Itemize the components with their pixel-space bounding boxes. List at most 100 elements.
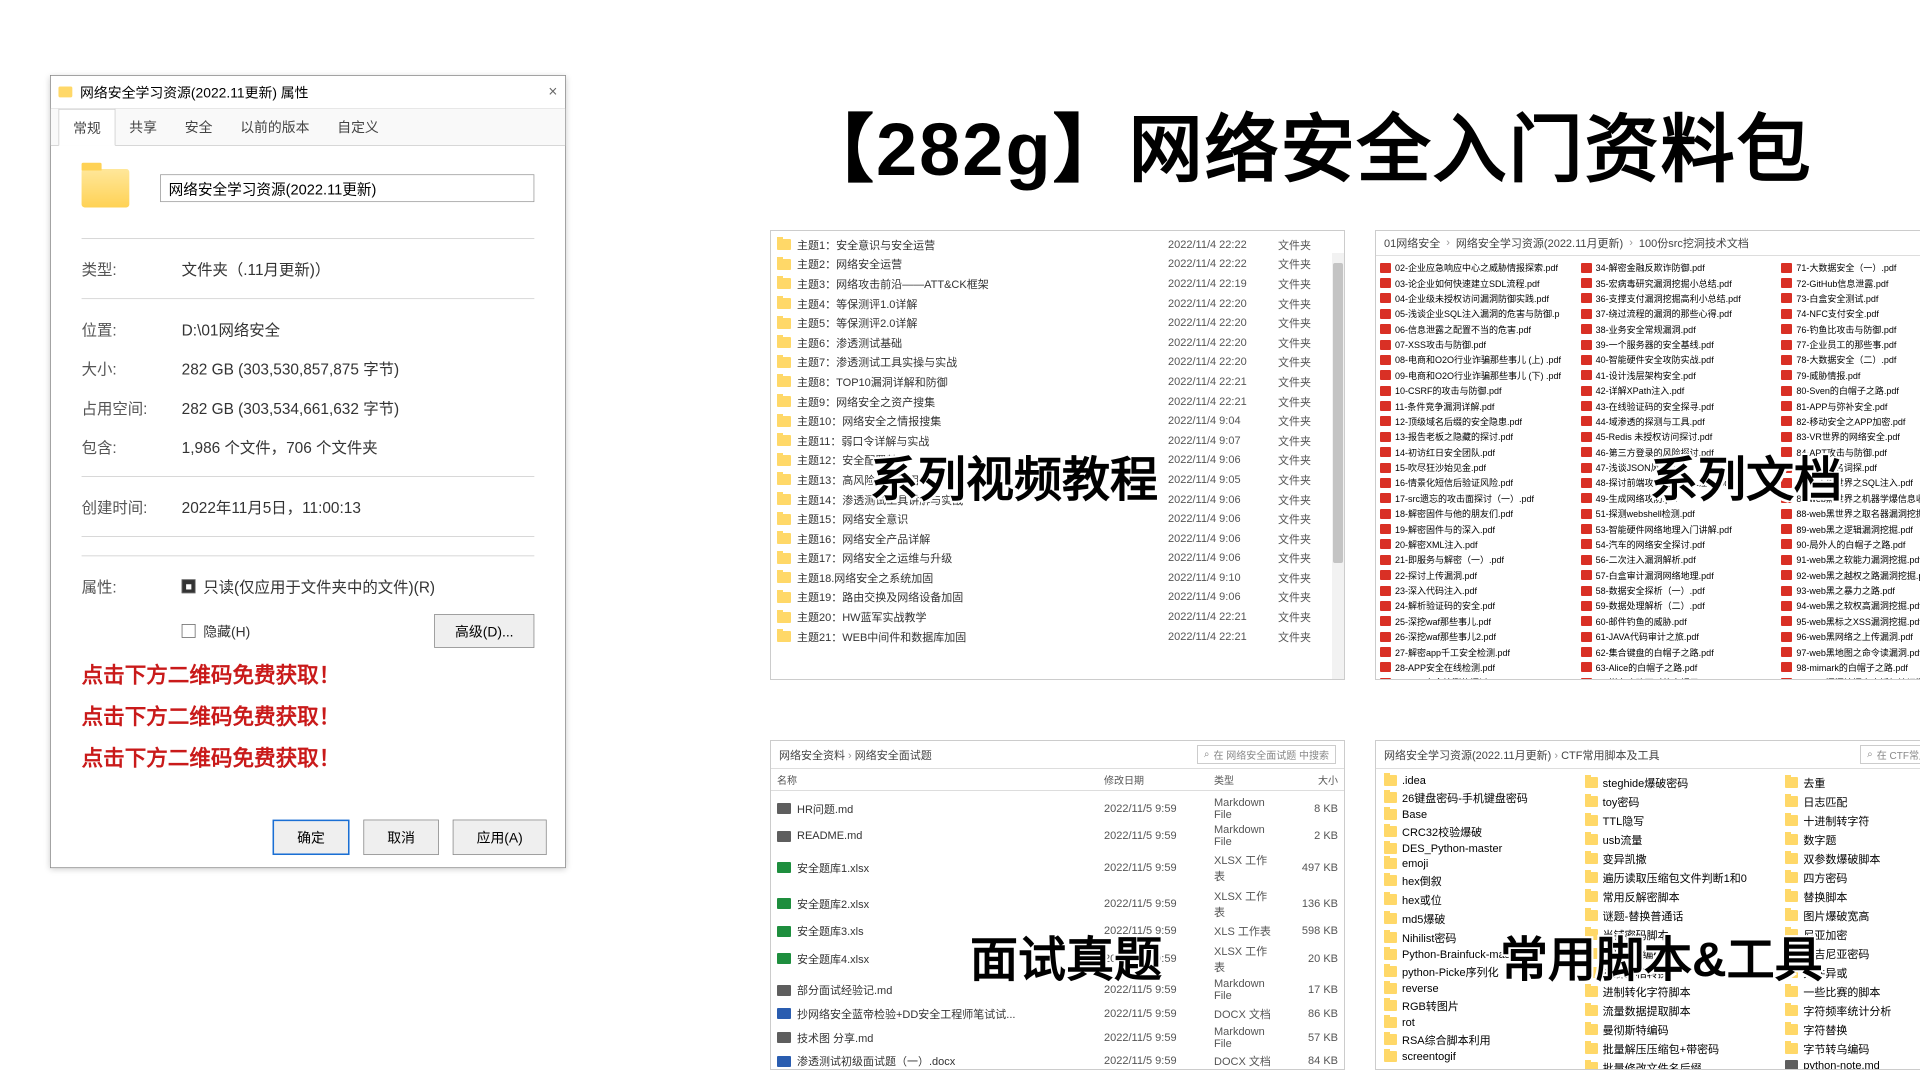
list-item[interactable]: 63-Alice的白帽子之路.pdf xyxy=(1581,660,1780,675)
list-item[interactable]: 90-局外人的白帽子之路.pdf xyxy=(1781,537,1920,552)
list-item[interactable]: CRC32校验爆破 xyxy=(1384,822,1575,841)
list-item[interactable]: python-note.md xyxy=(1785,1058,1920,1070)
list-item[interactable]: 主题16：网络安全产品详解2022/11/4 9:06文件夹 xyxy=(777,529,1338,549)
list-item[interactable]: 安全题库4.xlsx2022/11/5 9:59XLSX 工作表20 KB xyxy=(777,941,1338,977)
crumb[interactable]: 01网络安全 xyxy=(1384,235,1440,251)
list-item[interactable]: 主题12：安全配置基线2022/11/4 9:06文件夹 xyxy=(777,451,1338,471)
list-item[interactable]: 03-论企业如何快速建立SDL流程.pdf xyxy=(1380,275,1579,290)
cancel-button[interactable]: 取消 xyxy=(363,820,438,855)
list-item[interactable]: 安全题库2.xlsx2022/11/5 9:59XLSX 工作表136 KB xyxy=(777,886,1338,922)
list-item[interactable]: 49-生成网络攻防.pdf xyxy=(1581,491,1780,506)
list-item[interactable]: 91-web黑之软能力漏洞挖掘.pdf xyxy=(1781,552,1920,567)
list-item[interactable]: 批量修改文件名后缀 xyxy=(1585,1058,1776,1070)
list-item[interactable]: 06-信息泄露之配置不当的危害.pdf xyxy=(1380,322,1579,337)
list-item[interactable]: 曼彻斯特编码 xyxy=(1585,1020,1776,1039)
list-item[interactable]: 主题15：网络安全意识2022/11/4 9:06文件夹 xyxy=(777,509,1338,529)
list-item[interactable]: 安全题库1.xlsx2022/11/5 9:59XLSX 工作表497 KB xyxy=(777,850,1338,886)
list-item[interactable]: 61-JAVA代码审计之旅.pdf xyxy=(1581,629,1780,644)
list-item[interactable]: 主题13：高风险漏洞利用2022/11/4 9:05文件夹 xyxy=(777,470,1338,490)
list-item[interactable]: 主题17：网络安全之运维与升级2022/11/4 9:06文件夹 xyxy=(777,549,1338,569)
list-item[interactable]: 97-web黑地图之命令读漏洞.pdf xyxy=(1781,644,1920,659)
list-item[interactable]: 19-解密固件与的深入.pdf xyxy=(1380,521,1579,536)
list-item[interactable]: 82-移动安全之APP加密.pdf xyxy=(1781,414,1920,429)
tab-1[interactable]: 共享 xyxy=(115,109,170,145)
list-item[interactable]: 主题21：WEB中间件和数据库加固2022/11/4 22:21文件夹 xyxy=(777,627,1338,647)
list-item[interactable]: 四方密码 xyxy=(1785,868,1920,887)
crumb[interactable]: CTF常用脚本及工具 xyxy=(1561,750,1659,762)
crumb[interactable]: 网络安全学习资源(2022.11月更新) xyxy=(1456,235,1623,251)
list-item[interactable]: 文件异或 xyxy=(1785,963,1920,982)
list-item[interactable]: 主题2：网络安全运营2022/11/4 22:22文件夹 xyxy=(777,255,1338,275)
list-item[interactable]: 当铺密码脚本 xyxy=(1585,925,1776,944)
list-item[interactable]: emoji xyxy=(1384,856,1575,871)
readonly-checkbox[interactable]: ■ xyxy=(182,579,196,593)
list-item[interactable]: 主题18.网络安全之系统加固2022/11/4 9:10文件夹 xyxy=(777,568,1338,588)
list-item[interactable]: 日志匹配 xyxy=(1785,792,1920,811)
list-item[interactable]: 45-Redis 未授权访问探讨.pdf xyxy=(1581,429,1780,444)
list-item[interactable]: 14-初访红日安全团队.pdf xyxy=(1380,445,1579,460)
list-item[interactable]: 44-域渗透的探测与工具.pdf xyxy=(1581,414,1780,429)
list-item[interactable]: 79-威胁情报.pdf xyxy=(1781,368,1920,383)
list-item[interactable]: 80-Sven的白帽子之路.pdf xyxy=(1781,383,1920,398)
list-item[interactable]: 53-智能硬件网络地理入门讲解.pdf xyxy=(1581,521,1780,536)
list-item[interactable]: 62-集合键盘的白帽子之路.pdf xyxy=(1581,644,1780,659)
list-item[interactable]: md5爆破 xyxy=(1384,909,1575,928)
list-item[interactable]: 85-web黑名词探.pdf xyxy=(1781,460,1920,475)
hidden-checkbox[interactable] xyxy=(182,624,196,638)
list-item[interactable]: 93-web黑之暴力之路.pdf xyxy=(1781,583,1920,598)
list-item[interactable]: 40-智能硬件安全攻防实战.pdf xyxy=(1581,352,1780,367)
list-item[interactable]: 常用反解密脚本 xyxy=(1585,887,1776,906)
list-item[interactable]: 48-探讨前端攻击毛孔SQL注入.pdf xyxy=(1581,475,1780,490)
list-item[interactable]: TTL隐写 xyxy=(1585,811,1776,830)
list-item[interactable]: 谜题-替换普通话 xyxy=(1585,906,1776,925)
list-item[interactable]: 56-二次注入漏洞解析.pdf xyxy=(1581,552,1780,567)
list-item[interactable]: 57-白盒审计漏洞网络地理.pdf xyxy=(1581,568,1780,583)
list-item[interactable]: 字节转乌编码 xyxy=(1785,1039,1920,1058)
list-item[interactable]: 一些比赛的脚本 xyxy=(1785,982,1920,1001)
list-item[interactable]: reverse xyxy=(1384,981,1575,996)
list-item[interactable]: 主题10：网络安全之情报搜集2022/11/4 9:04文件夹 xyxy=(777,411,1338,431)
list-item[interactable]: 去重 xyxy=(1785,773,1920,792)
list-item[interactable]: 86-web黑世界之SQL注入.pdf xyxy=(1781,475,1920,490)
list-item[interactable]: 进制互相转换 xyxy=(1585,963,1776,982)
list-item[interactable]: 渗透测试初级面试题（一）.docx2022/11/5 9:59DOCX 文档84… xyxy=(777,1051,1338,1070)
close-icon[interactable]: × xyxy=(548,83,557,101)
list-item[interactable]: 89-web黑之逻辑漏洞挖掘.pdf xyxy=(1781,521,1920,536)
list-item[interactable]: 76-钓鱼比攻击与防御.pdf xyxy=(1781,322,1920,337)
list-item[interactable]: 尼亚加密 xyxy=(1785,925,1920,944)
list-item[interactable]: 04-企业级未授权访问漏洞防御实践.pdf xyxy=(1380,291,1579,306)
list-item[interactable]: 主题9：网络安全之资产搜集2022/11/4 22:21文件夹 xyxy=(777,392,1338,412)
list-item[interactable]: .idea xyxy=(1384,773,1575,788)
list-item[interactable]: 主题11：弱口令详解与实战2022/11/4 9:07文件夹 xyxy=(777,431,1338,451)
list-item[interactable]: 73-白盒安全测试.pdf xyxy=(1781,291,1920,306)
list-item[interactable]: 41-设计浅层架构安全.pdf xyxy=(1581,368,1780,383)
folder-name-input[interactable] xyxy=(160,174,534,202)
list-item[interactable]: 98-mimark的白帽子之路.pdf xyxy=(1781,660,1920,675)
search-input[interactable]: ⌕ 在 CTF常用脚本及工 xyxy=(1860,745,1920,764)
list-item[interactable]: 43-在线验证码的安全探寻.pdf xyxy=(1581,398,1780,413)
list-item[interactable]: 12-顶级域名后缀的安全隐患.pdf xyxy=(1380,414,1579,429)
list-item[interactable]: 安全题库3.xls2022/11/5 9:59XLS 工作表598 KB xyxy=(777,921,1338,941)
list-item[interactable]: toy密码 xyxy=(1585,792,1776,811)
list-item[interactable]: 17-src遗忘的攻击面探讨（一）.pdf xyxy=(1380,491,1579,506)
list-item[interactable]: RGB转图片 xyxy=(1384,996,1575,1015)
list-item[interactable]: 十进制转字符 xyxy=(1785,811,1920,830)
list-item[interactable]: 58-数据安全探析（一）.pdf xyxy=(1581,583,1780,598)
list-item[interactable]: 批量解压压缩包+带密码 xyxy=(1585,1039,1776,1058)
list-item[interactable]: 38-业务安全常规漏洞.pdf xyxy=(1581,322,1780,337)
list-item[interactable]: 替换脚本 xyxy=(1785,887,1920,906)
list-item[interactable]: 27-解密app千工安全检测.pdf xyxy=(1380,644,1579,659)
list-item[interactable]: 02-企业应急响应中心之威胁情报探索.pdf xyxy=(1380,260,1579,275)
advanced-button[interactable]: 高级(D)... xyxy=(434,614,534,648)
list-item[interactable]: 主题14：渗透测试工具讲解与实战2022/11/4 9:06文件夹 xyxy=(777,490,1338,510)
list-item[interactable]: 13-报告老板之隐藏的探讨.pdf xyxy=(1380,429,1579,444)
list-item[interactable]: 05-浅谈企业SQL注入漏洞的危害与防御.p xyxy=(1380,306,1579,321)
list-item[interactable]: README.md2022/11/5 9:59Markdown File2 KB xyxy=(777,823,1338,851)
list-item[interactable]: 11-条件竞争漏洞详解.pdf xyxy=(1380,398,1579,413)
list-item[interactable]: 72-GitHub信息泄露.pdf xyxy=(1781,275,1920,290)
list-item[interactable]: 10-CSRF的攻击与防御.pdf xyxy=(1380,383,1579,398)
list-item[interactable]: 主题1：安全意识与安全运营2022/11/4 22:22文件夹 xyxy=(777,235,1338,255)
tab-2[interactable]: 安全 xyxy=(171,109,226,145)
list-item[interactable]: 24-解析验证码的安全.pdf xyxy=(1380,598,1579,613)
tab-4[interactable]: 自定义 xyxy=(323,109,392,145)
